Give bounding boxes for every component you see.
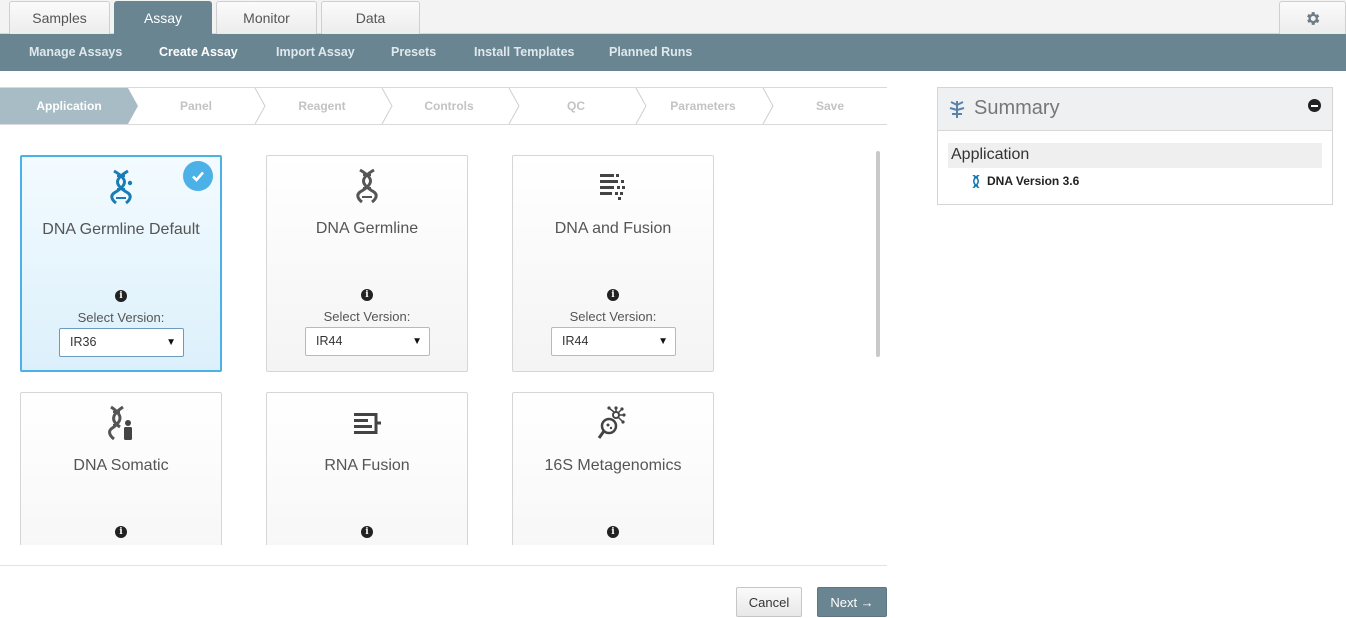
- cancel-button[interactable]: Cancel: [736, 587, 802, 617]
- step-save[interactable]: Save: [774, 88, 886, 124]
- metagenomics-icon: [597, 406, 626, 439]
- card-title: DNA Germline Default: [42, 221, 200, 238]
- summary-tree-icon: [949, 101, 965, 118]
- app-card-16s-metagenomics[interactable]: 16S Metagenomics i: [512, 392, 714, 545]
- info-icon[interactable]: i: [361, 526, 373, 538]
- version-select-value: IR36: [70, 335, 97, 349]
- version-label: Select Version:: [569, 309, 657, 324]
- nav-manage-assays[interactable]: Manage Assays: [29, 34, 122, 71]
- dropdown-arrow-icon: ▼: [166, 337, 176, 348]
- card-title: DNA Somatic: [73, 457, 169, 474]
- info-icon[interactable]: i: [361, 289, 373, 301]
- dropdown-arrow-icon: ▼: [412, 336, 422, 347]
- version-label: Select Version:: [77, 310, 165, 325]
- info-icon[interactable]: i: [115, 290, 127, 302]
- dna-somatic-icon: [108, 405, 132, 441]
- tab-samples[interactable]: Samples: [9, 1, 110, 34]
- step-panel[interactable]: Panel: [140, 88, 252, 124]
- info-icon[interactable]: i: [607, 289, 619, 301]
- version-select-value: IR44: [562, 334, 589, 348]
- card-list-scrollbar[interactable]: [876, 151, 880, 357]
- sub-navigation: Manage Assays Create Assay Import Assay …: [0, 34, 1346, 71]
- nav-import-assay[interactable]: Import Assay: [276, 34, 355, 71]
- collapse-summary-button[interactable]: [1308, 99, 1321, 112]
- nav-create-assay[interactable]: Create Assay: [159, 34, 238, 71]
- settings-button[interactable]: [1279, 1, 1346, 34]
- dna-germline-icon: [110, 169, 133, 205]
- rna-fusion-icon: [354, 413, 381, 434]
- top-tab-bar: Samples Assay Monitor Data: [0, 0, 1346, 34]
- nav-planned-runs[interactable]: Planned Runs: [609, 34, 692, 71]
- nav-presets[interactable]: Presets: [391, 34, 436, 71]
- next-button[interactable]: Next →: [817, 587, 887, 617]
- version-label: Select Version:: [323, 309, 411, 324]
- dna-icon: [356, 168, 378, 204]
- dropdown-arrow-icon: ▼: [658, 336, 668, 347]
- nav-install-templates[interactable]: Install Templates: [474, 34, 575, 71]
- info-icon[interactable]: i: [115, 526, 127, 538]
- app-card-dna-somatic[interactable]: DNA Somatic i: [20, 392, 222, 545]
- step-separator-icon: [381, 88, 393, 124]
- tab-data[interactable]: Data: [321, 1, 420, 34]
- version-select-value: IR44: [316, 334, 343, 348]
- info-icon[interactable]: i: [607, 526, 619, 538]
- step-parameters[interactable]: Parameters: [647, 88, 759, 124]
- summary-title: Summary: [974, 97, 1060, 119]
- step-separator-icon: [635, 88, 647, 124]
- tab-assay[interactable]: Assay: [114, 1, 212, 34]
- summary-panel: Summary Application DNA Version 3.6: [937, 87, 1333, 205]
- step-application[interactable]: Application: [0, 88, 138, 124]
- card-title: DNA and Fusion: [554, 220, 672, 237]
- version-select[interactable]: IR36 ▼: [59, 328, 184, 357]
- summary-item: DNA Version 3.6: [971, 174, 1079, 188]
- application-card-list[interactable]: DNA Germline Default i Select Version: I…: [0, 125, 887, 545]
- app-card-dna-and-fusion[interactable]: DNA and Fusion i Select Version: IR44 ▼: [512, 155, 714, 372]
- card-title: 16S Metagenomics: [544, 457, 682, 474]
- step-separator-icon: [254, 88, 266, 124]
- gear-icon: [1307, 11, 1320, 25]
- summary-header: Summary: [938, 88, 1332, 131]
- summary-item-label: DNA Version 3.6: [987, 174, 1080, 188]
- card-title: DNA Germline: [315, 220, 419, 237]
- step-separator-icon: [762, 88, 774, 124]
- footer-divider: [0, 565, 887, 566]
- app-card-dna-germline-default[interactable]: DNA Germline Default i Select Version: I…: [20, 155, 222, 372]
- dna-fusion-icon: [600, 174, 625, 200]
- step-qc[interactable]: QC: [520, 88, 632, 124]
- step-reagent[interactable]: Reagent: [266, 88, 378, 124]
- minus-icon: [1311, 104, 1318, 107]
- step-separator-icon: [508, 88, 520, 124]
- dna-small-icon: [972, 174, 980, 188]
- wizard-steps: Application Panel Reagent Controls QC Pa…: [0, 87, 887, 125]
- summary-section-application: Application: [948, 143, 1322, 168]
- card-title: RNA Fusion: [324, 457, 410, 474]
- version-select[interactable]: IR44 ▼: [305, 327, 430, 356]
- app-card-rna-fusion[interactable]: RNA Fusion i: [266, 392, 468, 545]
- step-controls[interactable]: Controls: [393, 88, 505, 124]
- tab-monitor[interactable]: Monitor: [216, 1, 317, 34]
- app-card-dna-germline[interactable]: DNA Germline i Select Version: IR44 ▼: [266, 155, 468, 372]
- version-select[interactable]: IR44 ▼: [551, 327, 676, 356]
